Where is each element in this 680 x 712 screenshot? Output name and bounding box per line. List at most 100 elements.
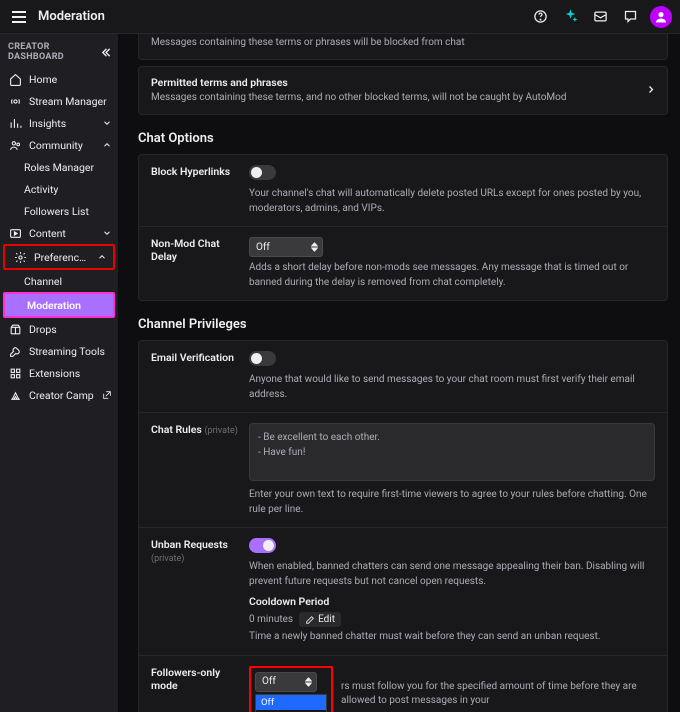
tools-icon <box>8 345 22 358</box>
drops-icon <box>8 323 22 336</box>
sidebar-label: Drops <box>29 323 112 336</box>
chevron-down-icon <box>102 228 112 238</box>
non-mod-delay-select[interactable]: Off <box>249 237 323 257</box>
followers-only-label: Followers-only mode <box>151 666 239 712</box>
sidebar-item-activity[interactable]: Activity <box>0 178 118 200</box>
sidebar-item-home[interactable]: Home <box>0 68 118 90</box>
content-icon <box>8 227 22 240</box>
external-link-icon <box>102 390 112 400</box>
inbox-icon[interactable] <box>590 7 610 27</box>
private-tag: (private) <box>204 426 237 436</box>
topbar: Moderation <box>0 0 680 34</box>
sidebar-label: Moderation <box>27 299 107 312</box>
sidebar-label: Activity <box>24 183 112 196</box>
extensions-icon <box>8 367 22 380</box>
select-arrows-icon <box>311 243 318 252</box>
sidebar-item-preferences[interactable]: Preferences <box>5 246 113 268</box>
chat-rules-textarea[interactable] <box>249 423 655 481</box>
card-title: Permitted terms and phrases <box>151 76 655 89</box>
main-content: Messages containing these terms or phras… <box>118 34 680 712</box>
help-icon[interactable] <box>530 7 550 27</box>
row-desc: Time a newly banned chatter must wait be… <box>249 630 655 645</box>
followers-only-select[interactable]: Off <box>255 672 317 692</box>
collapse-sidebar-icon[interactable] <box>99 46 112 59</box>
row-desc: When enabled, banned chatters can send o… <box>249 560 655 589</box>
chat-options-heading: Chat Options <box>138 131 668 146</box>
chat-rules-label: Chat Rules (private) <box>151 423 239 517</box>
email-verification-toggle[interactable] <box>249 351 276 366</box>
chevron-up-icon <box>102 140 112 150</box>
sidebar: CREATOR DASHBOARD Home Stream Manager In… <box>0 34 118 712</box>
sidebar-label: Home <box>29 73 112 86</box>
select-value: Off <box>256 242 270 253</box>
channel-privileges-heading: Channel Privileges <box>138 317 668 332</box>
community-icon <box>8 139 22 152</box>
sidebar-item-moderation[interactable]: Moderation <box>5 294 113 316</box>
chevron-up-icon <box>97 252 107 262</box>
insights-icon <box>8 117 22 130</box>
sidebar-item-insights[interactable]: Insights <box>0 112 118 134</box>
sidebar-label: Extensions <box>29 367 112 380</box>
sidebar-item-stream-manager[interactable]: Stream Manager <box>0 90 118 112</box>
sidebar-item-content[interactable]: Content <box>0 222 118 244</box>
sidebar-label: Followers List <box>24 205 112 218</box>
sidebar-label: Streaming Tools <box>29 345 112 358</box>
sidebar-label: Preferences <box>34 251 90 264</box>
sidebar-label: Stream Manager <box>29 95 112 108</box>
sidebar-item-roles-manager[interactable]: Roles Manager <box>0 156 118 178</box>
stream-icon <box>8 95 22 108</box>
row-desc: Anyone that would like to send messages … <box>249 373 655 402</box>
edit-cooldown-button[interactable]: Edit <box>299 612 341 627</box>
select-value: Off <box>262 676 276 687</box>
private-tag: (private) <box>151 554 184 564</box>
sidebar-label: Insights <box>29 117 95 130</box>
blocked-terms-card[interactable]: Messages containing these terms or phras… <box>138 34 668 60</box>
row-desc: rs must follow you for the specified amo… <box>341 680 655 709</box>
sidebar-label: Creator Camp <box>29 389 95 402</box>
permitted-terms-card[interactable]: Permitted terms and phrases Messages con… <box>138 66 668 115</box>
chevron-right-icon <box>645 83 657 98</box>
row-desc: Enter your own text to require first-tim… <box>249 488 655 517</box>
row-desc: Your channel's chat will automatically d… <box>249 187 655 216</box>
followers-only-dropdown: OffAny followers10 Minutes30 Minutes1 Ho… <box>255 694 327 712</box>
non-mod-delay-label: Non-Mod Chat Delay <box>151 237 239 290</box>
sidebar-item-channel[interactable]: Channel <box>0 270 118 292</box>
sidebar-label: Channel <box>24 275 112 288</box>
edit-label: Edit <box>318 614 335 625</box>
camp-icon <box>8 389 22 402</box>
email-verification-label: Email Verification <box>151 351 239 402</box>
sparkle-icon[interactable] <box>560 7 580 27</box>
select-arrows-icon <box>305 677 312 686</box>
gear-icon <box>13 251 27 264</box>
card-desc: Messages containing these terms or phras… <box>151 36 655 50</box>
sidebar-item-extensions[interactable]: Extensions <box>0 362 118 384</box>
chat-icon[interactable] <box>620 7 640 27</box>
sidebar-item-drops[interactable]: Drops <box>0 318 118 340</box>
block-hyperlinks-label: Block Hyperlinks <box>151 165 239 216</box>
channel-privileges-panel: Email Verification Anyone that would lik… <box>138 340 668 712</box>
card-desc: Messages containing these terms, and no … <box>151 91 655 105</box>
followers-only-highlight: Off OffAny followers10 Minutes30 Minutes… <box>249 666 333 712</box>
hamburger-menu[interactable] <box>8 6 30 28</box>
sidebar-header: CREATOR DASHBOARD <box>8 42 99 62</box>
sidebar-label: Roles Manager <box>24 161 112 174</box>
row-desc: Adds a short delay before non-mods see m… <box>249 261 655 290</box>
sidebar-item-community[interactable]: Community <box>0 134 118 156</box>
sidebar-item-creator-camp[interactable]: Creator Camp <box>0 384 118 406</box>
pencil-icon <box>305 615 315 625</box>
block-hyperlinks-toggle[interactable] <box>249 165 276 180</box>
sidebar-item-streaming-tools[interactable]: Streaming Tools <box>0 340 118 362</box>
dropdown-option[interactable]: Off <box>256 695 326 710</box>
chat-options-panel: Block Hyperlinks Your channel's chat wil… <box>138 154 668 301</box>
chevron-down-icon <box>102 118 112 128</box>
sidebar-label: Content <box>29 227 95 240</box>
avatar[interactable] <box>650 6 672 28</box>
page-title: Moderation <box>38 9 105 24</box>
sidebar-label: Community <box>29 139 95 152</box>
cooldown-value: 0 minutes <box>249 614 293 625</box>
unban-requests-toggle[interactable] <box>249 538 276 553</box>
unban-requests-label: Unban Requests (private) <box>151 538 239 645</box>
sidebar-item-followers-list[interactable]: Followers List <box>0 200 118 222</box>
home-icon <box>8 73 22 86</box>
cooldown-heading: Cooldown Period <box>249 595 655 608</box>
